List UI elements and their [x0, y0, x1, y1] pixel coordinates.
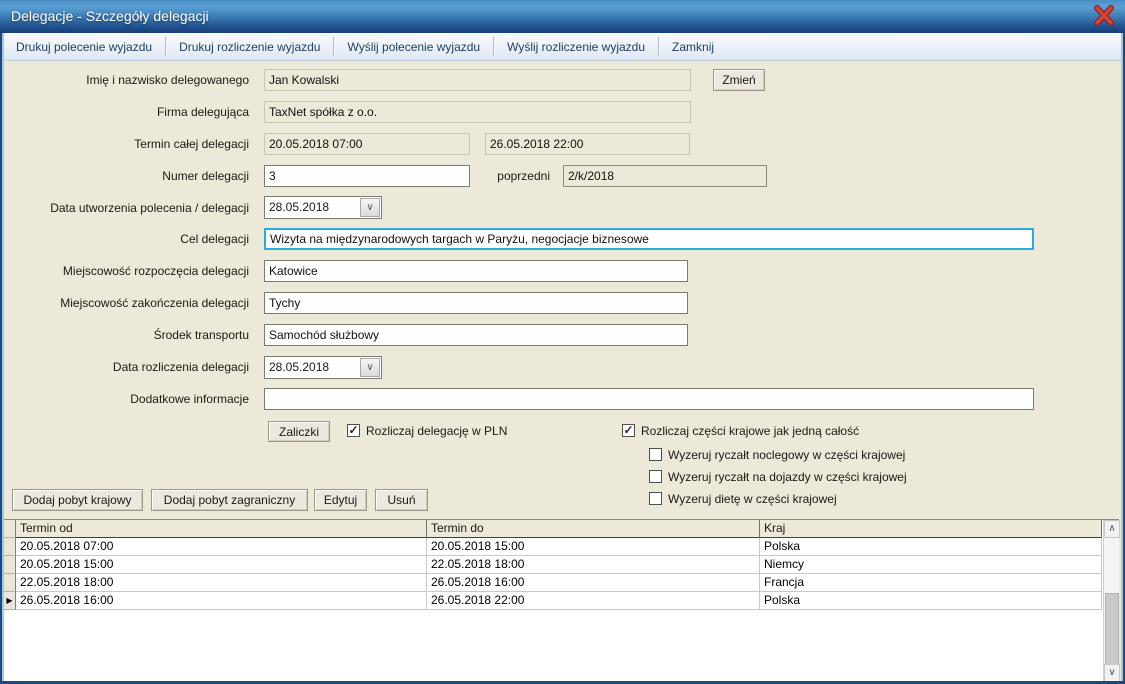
toolbar-print-settlement-button[interactable]: Drukuj rozliczenie wyjazdu: [166, 33, 333, 60]
cell-termin-do[interactable]: 26.05.2018 16:00: [427, 574, 760, 592]
creation-date-label: Data utworzenia polecenia / delegacji: [0, 197, 249, 219]
cell-termin-do[interactable]: 26.05.2018 22:00: [427, 592, 760, 610]
window-border-right-inner: [1121, 33, 1123, 681]
checkbox-settle-pln[interactable]: ✓: [347, 424, 360, 437]
term-from-field: [264, 133, 470, 155]
stays-table: Termin od Termin do Kraj 20.05.2018 07:0…: [4, 519, 1119, 681]
change-button[interactable]: Zmień: [713, 69, 765, 91]
toolbar-send-order-button[interactable]: Wyślij polecenie wyjazdu: [334, 33, 493, 60]
scrollbar-thumb[interactable]: [1105, 593, 1119, 665]
column-header-termin-od[interactable]: Termin od: [16, 520, 427, 538]
cell-termin-do[interactable]: 20.05.2018 15:00: [427, 538, 760, 556]
start-city-field[interactable]: [264, 260, 688, 282]
add-domestic-stay-button[interactable]: Dodaj pobyt krajowy: [12, 489, 143, 511]
cell-termin-od[interactable]: 20.05.2018 07:00: [16, 538, 427, 556]
previous-number-field: [563, 165, 767, 187]
chevron-up-icon: ∧: [1108, 523, 1115, 534]
cell-termin-od[interactable]: 20.05.2018 15:00: [16, 556, 427, 574]
settlement-date-combobox[interactable]: 28.05.2018 ∨: [264, 356, 382, 379]
window-border-left-inner: [2, 33, 4, 681]
column-header-kraj[interactable]: Kraj: [760, 520, 1102, 538]
row-pointer-icon[interactable]: ▶: [4, 592, 16, 610]
checkbox-zero-diet-label: Wyzeruj dietę w części krajowej: [668, 492, 837, 506]
additional-info-label: Dodatkowe informacje: [0, 388, 249, 410]
window-title: Delegacje - Szczegóły delegacji: [11, 0, 209, 33]
toolbar-send-settlement-button[interactable]: Wyślij rozliczenie wyjazdu: [494, 33, 658, 60]
close-icon: [1092, 5, 1116, 27]
purpose-label: Cel delegacji: [0, 228, 249, 250]
row-selector-gutter[interactable]: [4, 574, 16, 592]
creation-date-value: 28.05.2018: [269, 197, 329, 218]
close-button[interactable]: [1091, 5, 1117, 29]
vertical-scrollbar[interactable]: ∧ ∨: [1103, 520, 1119, 682]
scroll-down-button[interactable]: ∨: [1104, 664, 1120, 682]
delegate-name-label: Imię i nazwisko delegowanego: [0, 69, 249, 91]
checkbox-zero-diet[interactable]: [649, 492, 662, 505]
advances-button[interactable]: Zaliczki: [268, 421, 330, 442]
additional-info-field[interactable]: [264, 388, 1034, 410]
transport-field[interactable]: [264, 324, 688, 346]
company-label: Firma delegująca: [0, 101, 249, 123]
delegate-name-field: [264, 69, 691, 91]
chevron-down-icon[interactable]: ∨: [360, 358, 380, 377]
cell-kraj[interactable]: Polska: [760, 592, 1102, 610]
toolbar-print-order-button[interactable]: Drukuj polecenie wyjazdu: [3, 33, 165, 60]
company-field: [264, 101, 691, 123]
checkbox-zero-commute[interactable]: [649, 470, 662, 483]
delete-stay-button[interactable]: Usuń: [375, 489, 428, 511]
cell-termin-do[interactable]: 22.05.2018 18:00: [427, 556, 760, 574]
checkbox-settle-pln-label: Rozliczaj delegację w PLN: [366, 424, 507, 438]
column-header-termin-do[interactable]: Termin do: [427, 520, 760, 538]
settlement-date-value: 28.05.2018: [269, 357, 329, 378]
checkbox-zero-lodging[interactable]: [649, 448, 662, 461]
creation-date-combobox[interactable]: 28.05.2018 ∨: [264, 196, 382, 219]
checkbox-zero-commute-label: Wyzeruj ryczałt na dojazdy w części kraj…: [668, 470, 907, 484]
term-to-field: [485, 133, 690, 155]
checkbox-domestic-as-whole-label: Rozliczaj części krajowe jak jedną całoś…: [641, 424, 859, 438]
cell-termin-od[interactable]: 26.05.2018 16:00: [16, 592, 427, 610]
term-label: Termin całej delegacji: [0, 133, 249, 155]
scroll-up-button[interactable]: ∧: [1104, 520, 1120, 538]
toolbar-close-button[interactable]: Zamknij: [659, 33, 727, 60]
chevron-down-icon: ∨: [1108, 667, 1115, 678]
chevron-down-icon[interactable]: ∨: [360, 198, 380, 217]
end-city-field[interactable]: [264, 292, 688, 314]
cell-termin-od[interactable]: 22.05.2018 18:00: [16, 574, 427, 592]
edit-stay-button[interactable]: Edytuj: [314, 489, 367, 511]
delegation-details-window: Delegacje - Szczegóły delegacji Drukuj p…: [0, 0, 1125, 684]
toolbar: Drukuj polecenie wyjazdu Drukuj rozlicze…: [2, 33, 1123, 61]
previous-number-label: poprzedni: [430, 165, 550, 187]
cell-kraj[interactable]: Niemcy: [760, 556, 1102, 574]
row-selector-gutter[interactable]: [4, 556, 16, 574]
row-selector-gutter[interactable]: [4, 538, 16, 556]
delegation-number-label: Numer delegacji: [0, 165, 249, 187]
start-city-label: Miejscowość rozpoczęcia delegacji: [0, 260, 249, 282]
checkbox-domestic-as-whole[interactable]: ✓: [622, 424, 635, 437]
column-header-gutter: [4, 520, 16, 538]
transport-label: Środek transportu: [0, 324, 249, 346]
checkbox-zero-lodging-label: Wyzeruj ryczałt noclegowy w części krajo…: [668, 448, 905, 462]
titlebar[interactable]: Delegacje - Szczegóły delegacji: [0, 0, 1125, 33]
purpose-field[interactable]: [264, 228, 1034, 250]
end-city-label: Miejscowość zakończenia delegacji: [0, 292, 249, 314]
add-foreign-stay-button[interactable]: Dodaj pobyt zagraniczny: [151, 489, 308, 511]
settlement-date-label: Data rozliczenia delegacji: [0, 356, 249, 378]
cell-kraj[interactable]: Polska: [760, 538, 1102, 556]
cell-kraj[interactable]: Francja: [760, 574, 1102, 592]
